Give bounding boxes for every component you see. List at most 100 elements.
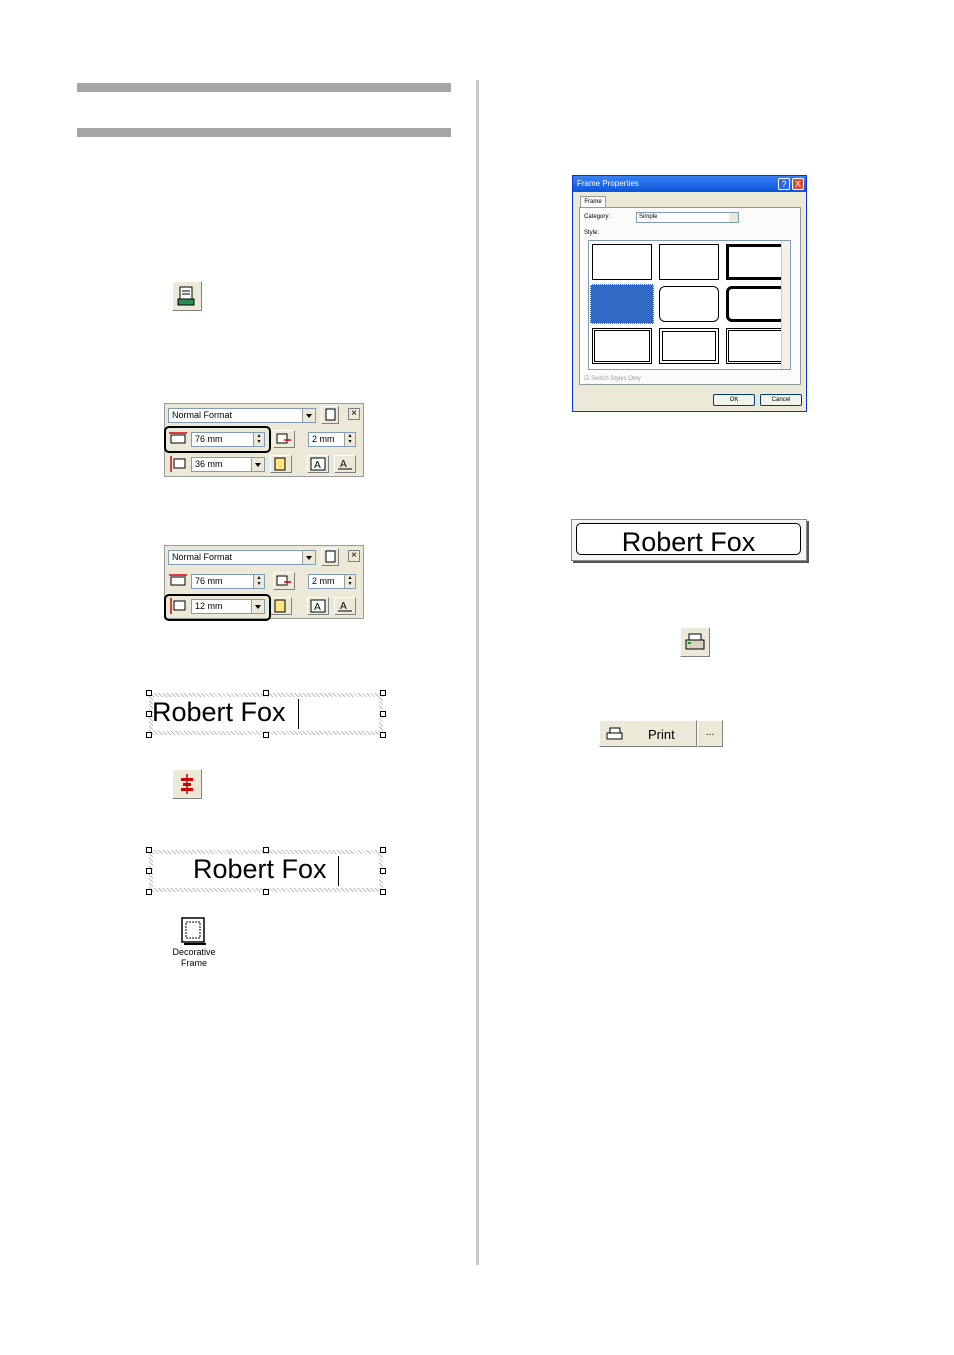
tape-color-button[interactable] <box>270 597 292 615</box>
close-icon[interactable]: × <box>348 408 360 420</box>
column-divider <box>476 80 479 1265</box>
label-preview-text: Robert Fox <box>621 527 756 557</box>
label-preview: Robert Fox <box>571 519 807 561</box>
margin-field[interactable]: 2 mm ▴ ▾ <box>308 574 356 589</box>
checkbox-label: Switch Styles Only <box>591 376 641 382</box>
property-button[interactable] <box>172 281 202 311</box>
text-frame-icon: A <box>310 457 326 471</box>
frame-style-option[interactable] <box>726 244 786 280</box>
print-icon-button[interactable] <box>680 627 710 657</box>
print-button[interactable]: Print <box>599 720 697 747</box>
resize-handle[interactable] <box>263 732 269 738</box>
layout-button[interactable] <box>321 406 339 424</box>
text-direction-button[interactable]: A <box>307 455 329 473</box>
scrollbar[interactable] <box>781 241 790 369</box>
resize-handle[interactable] <box>146 868 152 874</box>
resize-handle[interactable] <box>146 889 152 895</box>
close-button[interactable]: X <box>792 178 804 190</box>
svg-text:A: A <box>314 602 321 613</box>
chevron-down-icon[interactable] <box>729 213 738 222</box>
format-dropdown[interactable]: Normal Format <box>168 408 316 423</box>
text-object-text: Robert Fox <box>193 854 327 884</box>
layout-button[interactable] <box>321 548 339 566</box>
help-button[interactable]: ? <box>778 178 790 190</box>
style-grid <box>588 240 791 370</box>
length-highlight <box>164 426 271 453</box>
frame-style-option[interactable] <box>592 244 652 280</box>
vertical-text-icon: A <box>338 459 352 470</box>
dialog-panel: Category: Simple Style: ☑ Switch Styles … <box>579 207 801 385</box>
text-object-centered[interactable]: Robert Fox <box>146 847 386 895</box>
printer-icon <box>606 727 623 740</box>
svg-text:A: A <box>314 460 321 471</box>
margin-field[interactable]: 2 mm ▴ ▾ <box>308 432 356 447</box>
format-value: Normal Format <box>172 552 233 562</box>
svg-text:A: A <box>340 459 347 470</box>
auto-length-button[interactable] <box>273 572 295 590</box>
length-field[interactable]: 76 mm ▴ ▾ <box>191 574 265 589</box>
category-dropdown[interactable]: Simple <box>636 212 739 223</box>
format-dropdown[interactable]: Normal Format <box>168 550 316 565</box>
text-frame-icon: A <box>310 599 326 613</box>
resize-handle[interactable] <box>146 732 152 738</box>
align-vertical-center-icon <box>181 774 193 794</box>
margin-value: 2 mm <box>312 434 335 444</box>
frame-style-option[interactable] <box>592 328 652 364</box>
resize-handle[interactable] <box>146 690 152 696</box>
resize-handle[interactable] <box>380 889 386 895</box>
vertical-text-button[interactable]: A <box>334 455 356 473</box>
text-object[interactable]: Robert Fox <box>146 690 386 738</box>
frame-style-option[interactable] <box>659 328 719 364</box>
resize-handle[interactable] <box>263 847 269 853</box>
decorative-frame-label-1: Decorative <box>172 947 216 957</box>
resize-handle[interactable] <box>380 868 386 874</box>
ok-button[interactable]: OK <box>713 394 755 406</box>
dialog-titlebar: Frame Properties ? X <box>573 176 806 192</box>
chevron-down-icon[interactable] <box>251 458 264 471</box>
decorative-frame-button[interactable]: Decorative Frame <box>166 914 222 970</box>
resize-handle[interactable] <box>380 732 386 738</box>
tape-settings-toolbar: Normal Format × 76 mm ▴ ▾ 2 mm ▴ ▾ 36 mm A A <box>164 403 364 477</box>
resize-handle[interactable] <box>146 711 152 717</box>
frame-style-option-selected[interactable] <box>590 284 654 324</box>
frame-style-option[interactable] <box>726 286 786 322</box>
align-center-button[interactable] <box>172 769 202 799</box>
frame-icon <box>325 550 336 563</box>
margin-spinner[interactable]: ▴ ▾ <box>344 575 355 588</box>
resize-handle[interactable] <box>146 847 152 853</box>
frame-style-option[interactable] <box>726 328 786 364</box>
cancel-button[interactable]: Cancel <box>760 394 802 406</box>
section-header-bar-bottom <box>77 128 451 137</box>
svg-text:A: A <box>340 601 347 612</box>
tape-color-button[interactable] <box>270 455 292 473</box>
print-button-label: Print <box>648 727 675 742</box>
resize-handle[interactable] <box>380 847 386 853</box>
frame-style-option[interactable] <box>659 244 719 280</box>
text-object-text: Robert Fox <box>152 697 286 727</box>
category-value: Simple <box>639 214 658 220</box>
resize-handle[interactable] <box>380 711 386 717</box>
chevron-down-icon[interactable] <box>302 409 315 422</box>
page-setup-icon <box>177 286 195 306</box>
width-dropdown[interactable]: 36 mm <box>191 457 265 472</box>
margin-spinner[interactable]: ▴ ▾ <box>344 433 355 446</box>
vertical-text-button[interactable]: A <box>334 597 356 615</box>
tape-icon <box>274 599 286 613</box>
frame-properties-dialog: Frame Properties ? X Frame Category: Sim… <box>572 175 807 412</box>
switch-styles-checkbox[interactable]: ☑ Switch Styles Only <box>584 375 641 382</box>
format-value: Normal Format <box>172 410 233 420</box>
frame-style-option[interactable] <box>659 286 719 322</box>
length-spinner[interactable]: ▴ ▾ <box>253 575 264 588</box>
chevron-down-icon[interactable] <box>302 551 315 564</box>
resize-handle[interactable] <box>263 889 269 895</box>
auto-length-icon <box>276 575 291 586</box>
text-direction-button[interactable]: A <box>307 597 329 615</box>
resize-handle[interactable] <box>380 690 386 696</box>
width-highlight <box>164 594 271 621</box>
section-header-bar-top <box>77 83 451 92</box>
print-options-button[interactable]: ... <box>697 720 723 747</box>
resize-handle[interactable] <box>263 690 269 696</box>
decorative-frame-label-2: Frame <box>180 958 207 968</box>
auto-length-button[interactable] <box>273 430 295 448</box>
close-icon[interactable]: × <box>348 550 360 562</box>
